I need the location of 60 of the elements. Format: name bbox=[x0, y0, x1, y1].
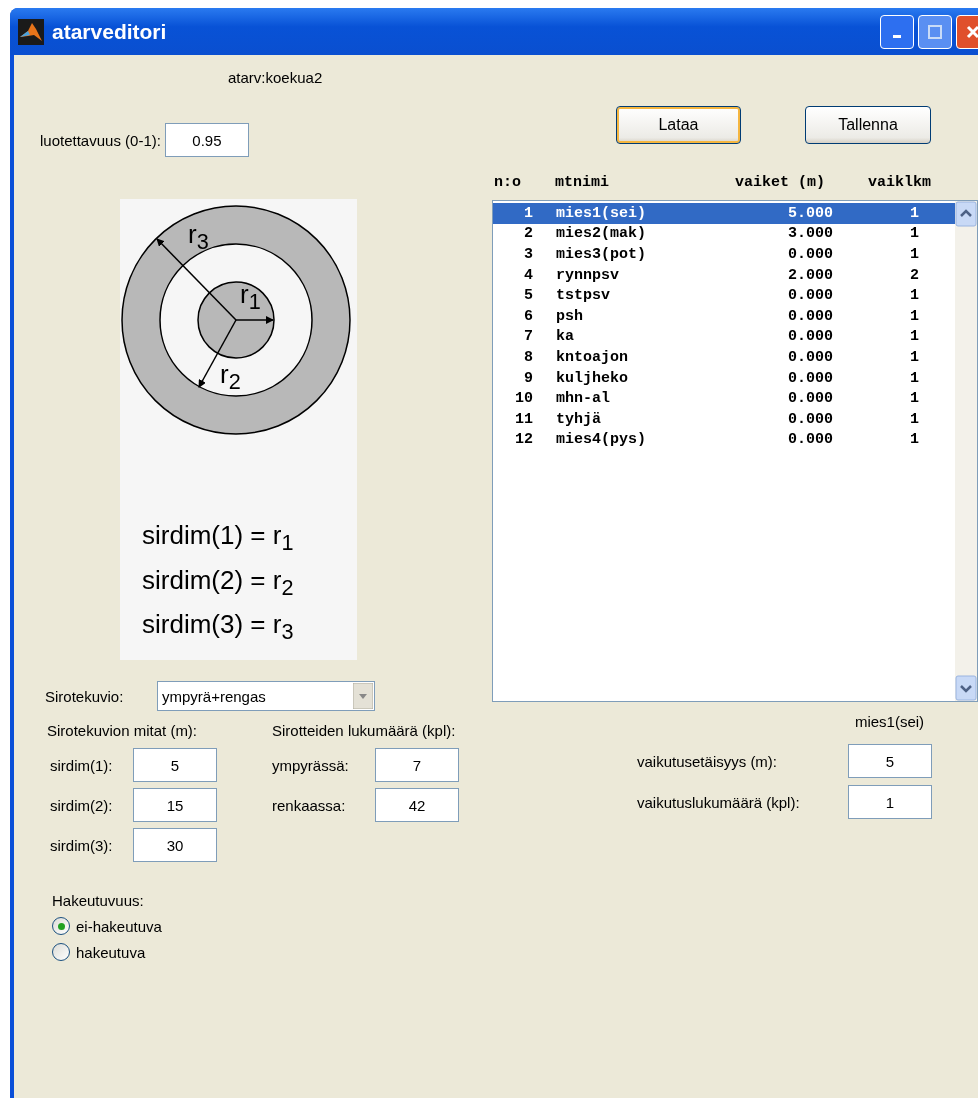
field-label: sirdim(3): bbox=[50, 836, 114, 854]
column-header: mtnimi bbox=[555, 173, 610, 191]
field-label: vaikutuslukumäärä (kpl): bbox=[637, 793, 801, 811]
column-header: vaiket (m) bbox=[735, 173, 826, 191]
radio-button[interactable] bbox=[52, 943, 70, 961]
list-row[interactable]: 7 ka 0.000 1 bbox=[493, 326, 955, 348]
field-label: sirdim(1): bbox=[50, 756, 114, 774]
list-row[interactable]: 4 rynnpsv 2.000 2 bbox=[493, 264, 955, 286]
radio-label[interactable]: ei-hakeutuva bbox=[76, 917, 162, 935]
input-field[interactable]: 15 bbox=[133, 788, 217, 822]
action-button[interactable]: Tallenna bbox=[805, 106, 931, 144]
list-row[interactable]: 6 psh 0.000 1 bbox=[493, 305, 955, 327]
window-title: atarveditori bbox=[52, 19, 167, 44]
equation-text: sirdim(2) = r$_{2}$ bbox=[142, 563, 295, 602]
pattern-dropdown[interactable]: ympyrä+rengas bbox=[157, 681, 375, 711]
list-row[interactable]: 2 mies2(mak) 3.000 1 bbox=[493, 223, 955, 245]
field-label: vaikutusetäisyys (m): bbox=[637, 752, 779, 770]
action-button[interactable]: Lataa bbox=[616, 106, 741, 144]
dropdown-arrow-icon[interactable] bbox=[353, 683, 373, 709]
input-field[interactable]: 1 bbox=[848, 785, 932, 819]
list-row[interactable]: 5 tstpsv 0.000 1 bbox=[493, 285, 955, 306]
reliability-label: luotettavuus (0-1): bbox=[40, 131, 161, 149]
equation-text: sirdim(1) = r$_{1}$ bbox=[142, 519, 295, 558]
field-label: sirdim(2): bbox=[50, 796, 114, 814]
section-title: Sirotekuvion mitat (m): bbox=[47, 722, 199, 739]
equation-text: sirdim(3) = r$_{3}$ bbox=[142, 607, 295, 646]
scroll-down-icon[interactable] bbox=[955, 675, 977, 701]
column-header: n:o bbox=[494, 173, 522, 191]
field-label: ympyrässä: bbox=[272, 756, 350, 774]
reliability-field[interactable]: 0.95 bbox=[164, 123, 249, 157]
list-row[interactable]: 10 mhn-al 0.000 1 bbox=[493, 388, 955, 409]
input-field[interactable]: 7 bbox=[375, 748, 459, 782]
section-title: Hakeutuvuus: bbox=[52, 892, 145, 909]
minimize-button[interactable] bbox=[880, 14, 914, 49]
selected-item-title: mies1(sei) bbox=[854, 713, 925, 730]
list-row[interactable]: 12 mies4(pys) 0.000 1 bbox=[493, 429, 955, 451]
field-label: renkaassa: bbox=[272, 796, 347, 814]
scroll-up-icon[interactable] bbox=[955, 201, 977, 227]
list-row[interactable]: 8 kntoajon 0.000 1 bbox=[493, 347, 955, 368]
file-label: atarv:koekua2 bbox=[228, 69, 323, 86]
list-row[interactable]: 3 mies3(pot) 0.000 1 bbox=[493, 244, 955, 265]
radius-label: r$_{3}$ bbox=[188, 221, 209, 253]
section-title: Sirotteiden lukumäärä (kpl): bbox=[272, 722, 457, 739]
radio-label[interactable]: hakeutuva bbox=[76, 943, 146, 961]
input-field[interactable]: 42 bbox=[375, 788, 459, 822]
column-header: vaiklkm bbox=[868, 173, 931, 191]
input-field[interactable]: 5 bbox=[133, 748, 217, 782]
close-icon[interactable] bbox=[965, 23, 978, 40]
input-field[interactable]: 5 bbox=[848, 744, 932, 778]
radius-label: r$_{2}$ bbox=[220, 361, 241, 393]
input-field[interactable]: 30 bbox=[133, 828, 217, 862]
list-row[interactable]: 11 tyhjä 0.000 1 bbox=[493, 408, 955, 430]
list-row[interactable]: 9 kuljheko 0.000 1 bbox=[493, 367, 955, 389]
list-row[interactable]: 1 mies1(sei) 5.000 1 bbox=[493, 203, 955, 224]
app-icon bbox=[18, 18, 44, 45]
maximize-button[interactable] bbox=[918, 14, 952, 49]
radio-button[interactable] bbox=[52, 917, 70, 935]
scrollbar[interactable] bbox=[955, 201, 977, 701]
radius-label: r$_{1}$ bbox=[240, 281, 261, 313]
pattern-label: Sirotekuvio: bbox=[45, 687, 125, 705]
